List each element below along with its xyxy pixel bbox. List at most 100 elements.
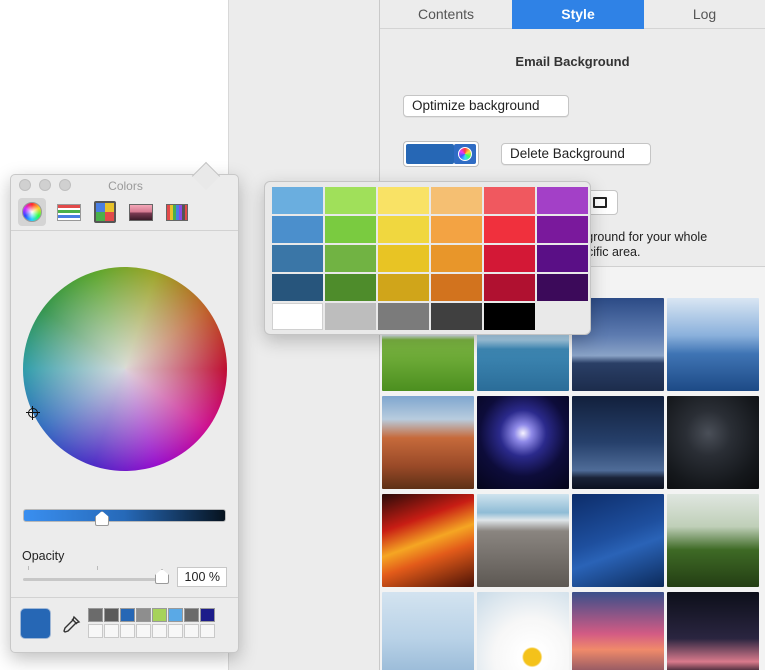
palette-swatch[interactable] [484,303,535,330]
saved-swatches [88,608,215,638]
palette-swatch[interactable] [378,303,429,330]
palette-swatch[interactable] [484,187,535,214]
eyedropper-button[interactable] [60,614,82,636]
brightness-slider-knob[interactable] [95,511,109,526]
palette-swatch[interactable] [484,216,535,243]
palette-swatch[interactable] [537,187,588,214]
thumbnail-red-phone-box-light-trails[interactable] [382,494,474,587]
saved-color-swatch[interactable] [168,608,183,622]
brightness-slider[interactable] [23,509,226,522]
saved-color-swatch[interactable] [152,608,167,622]
opacity-slider[interactable] [23,578,167,581]
palette-swatch[interactable] [431,245,482,272]
palette-swatch[interactable] [378,245,429,272]
empty-swatch-slot[interactable] [200,624,215,638]
palette-swatch[interactable] [484,245,535,272]
current-color-swatch[interactable] [20,608,51,639]
thumbnail-blue-mountains[interactable] [667,298,759,391]
image-palettes-icon [129,204,153,221]
colors-toolbar [11,195,238,231]
selected-color-swatch[interactable] [406,144,454,164]
color-sliders-tab[interactable] [55,198,83,226]
palette-swatch[interactable] [378,187,429,214]
tab-style[interactable]: Style [512,0,644,29]
palette-swatch[interactable] [378,216,429,243]
thumbnail-dandelion-field[interactable] [667,494,759,587]
palette-swatch[interactable] [325,216,376,243]
section-title: Email Background [515,54,630,69]
palette-swatch[interactable] [484,274,535,301]
palette-swatch[interactable] [272,187,323,214]
palette-swatch[interactable] [431,187,482,214]
empty-swatch-slot[interactable] [104,624,119,638]
opacity-label: Opacity [22,549,65,563]
saved-color-swatch[interactable] [136,608,151,622]
tab-bar: Contents Style Log [380,0,765,29]
colors-panel[interactable]: Colors Opacity 100 % [10,174,239,653]
color-wheel-tab[interactable] [18,198,46,226]
palette-swatch[interactable] [272,216,323,243]
thumbnail-night-sky-mountain[interactable] [572,396,664,489]
opacity-input[interactable]: 100 % [177,567,227,587]
palette-swatch[interactable] [325,274,376,301]
thumbnail-star-trails[interactable] [667,396,759,489]
delete-background-button[interactable]: Delete Background [501,143,651,165]
palette-swatch[interactable] [325,303,376,330]
hint-line: kground for your whole [580,230,708,244]
tab-log[interactable]: Log [644,0,765,29]
color-palettes-icon [94,201,116,223]
color-wheel-icon [458,147,472,161]
saved-color-swatch[interactable] [88,608,103,622]
pencils-icon [166,204,188,221]
color-sliders-icon [57,204,81,221]
background-color-well[interactable] [403,141,479,167]
saved-color-swatch[interactable] [104,608,119,622]
palette-swatch[interactable] [378,274,429,301]
image-palettes-tab[interactable] [127,198,155,226]
eyedropper-icon [63,615,81,633]
tab-contents[interactable]: Contents [380,0,512,29]
thumbnail-fireworks[interactable] [477,396,569,489]
palette-swatch[interactable] [537,216,588,243]
color-palettes-tab[interactable] [91,198,119,226]
empty-swatch-slot[interactable] [184,624,199,638]
thumbnail-dark-dusk-hills[interactable] [667,592,759,670]
empty-swatch-slot[interactable] [152,624,167,638]
thumbnail-rock-canyon[interactable] [382,396,474,489]
palette-swatch[interactable] [537,245,588,272]
tick-mark [97,566,98,570]
hint-text: kground for your whole ecific area. [580,230,750,260]
palette-swatch[interactable] [325,187,376,214]
sidebar-area [229,0,379,670]
saved-color-swatch[interactable] [120,608,135,622]
crosshair-cursor-icon [26,406,40,420]
color-picker-button[interactable] [454,144,476,164]
palette-swatch[interactable] [272,303,323,330]
thumbnail-misty-bridge[interactable] [382,592,474,670]
palette-swatch[interactable] [537,274,588,301]
resize-grip-icon[interactable] [121,645,129,649]
optimize-background-button[interactable]: Optimize background [403,95,569,117]
color-palette-grid [272,187,588,330]
thumbnail-white-daisy[interactable] [477,592,569,670]
pencils-tab[interactable] [163,198,191,226]
thumbnail-pebble-beach[interactable] [477,494,569,587]
palette-swatch[interactable] [431,274,482,301]
palette-swatch[interactable] [272,274,323,301]
saved-color-swatch[interactable] [200,608,215,622]
empty-swatch-slot[interactable] [88,624,103,638]
background-image-grid [382,298,765,670]
tick-mark [28,566,29,570]
thumbnail-pink-sunset[interactable] [572,592,664,670]
empty-swatch-slot[interactable] [168,624,183,638]
opacity-slider-knob[interactable] [155,569,169,584]
empty-swatch-slot[interactable] [136,624,151,638]
empty-swatch-slot[interactable] [120,624,135,638]
thumbnail-starry-sky[interactable] [572,494,664,587]
color-wheel-shade [23,267,227,471]
palette-swatch[interactable] [325,245,376,272]
palette-swatch[interactable] [272,245,323,272]
palette-swatch[interactable] [431,216,482,243]
palette-swatch[interactable] [431,303,482,330]
saved-color-swatch[interactable] [184,608,199,622]
